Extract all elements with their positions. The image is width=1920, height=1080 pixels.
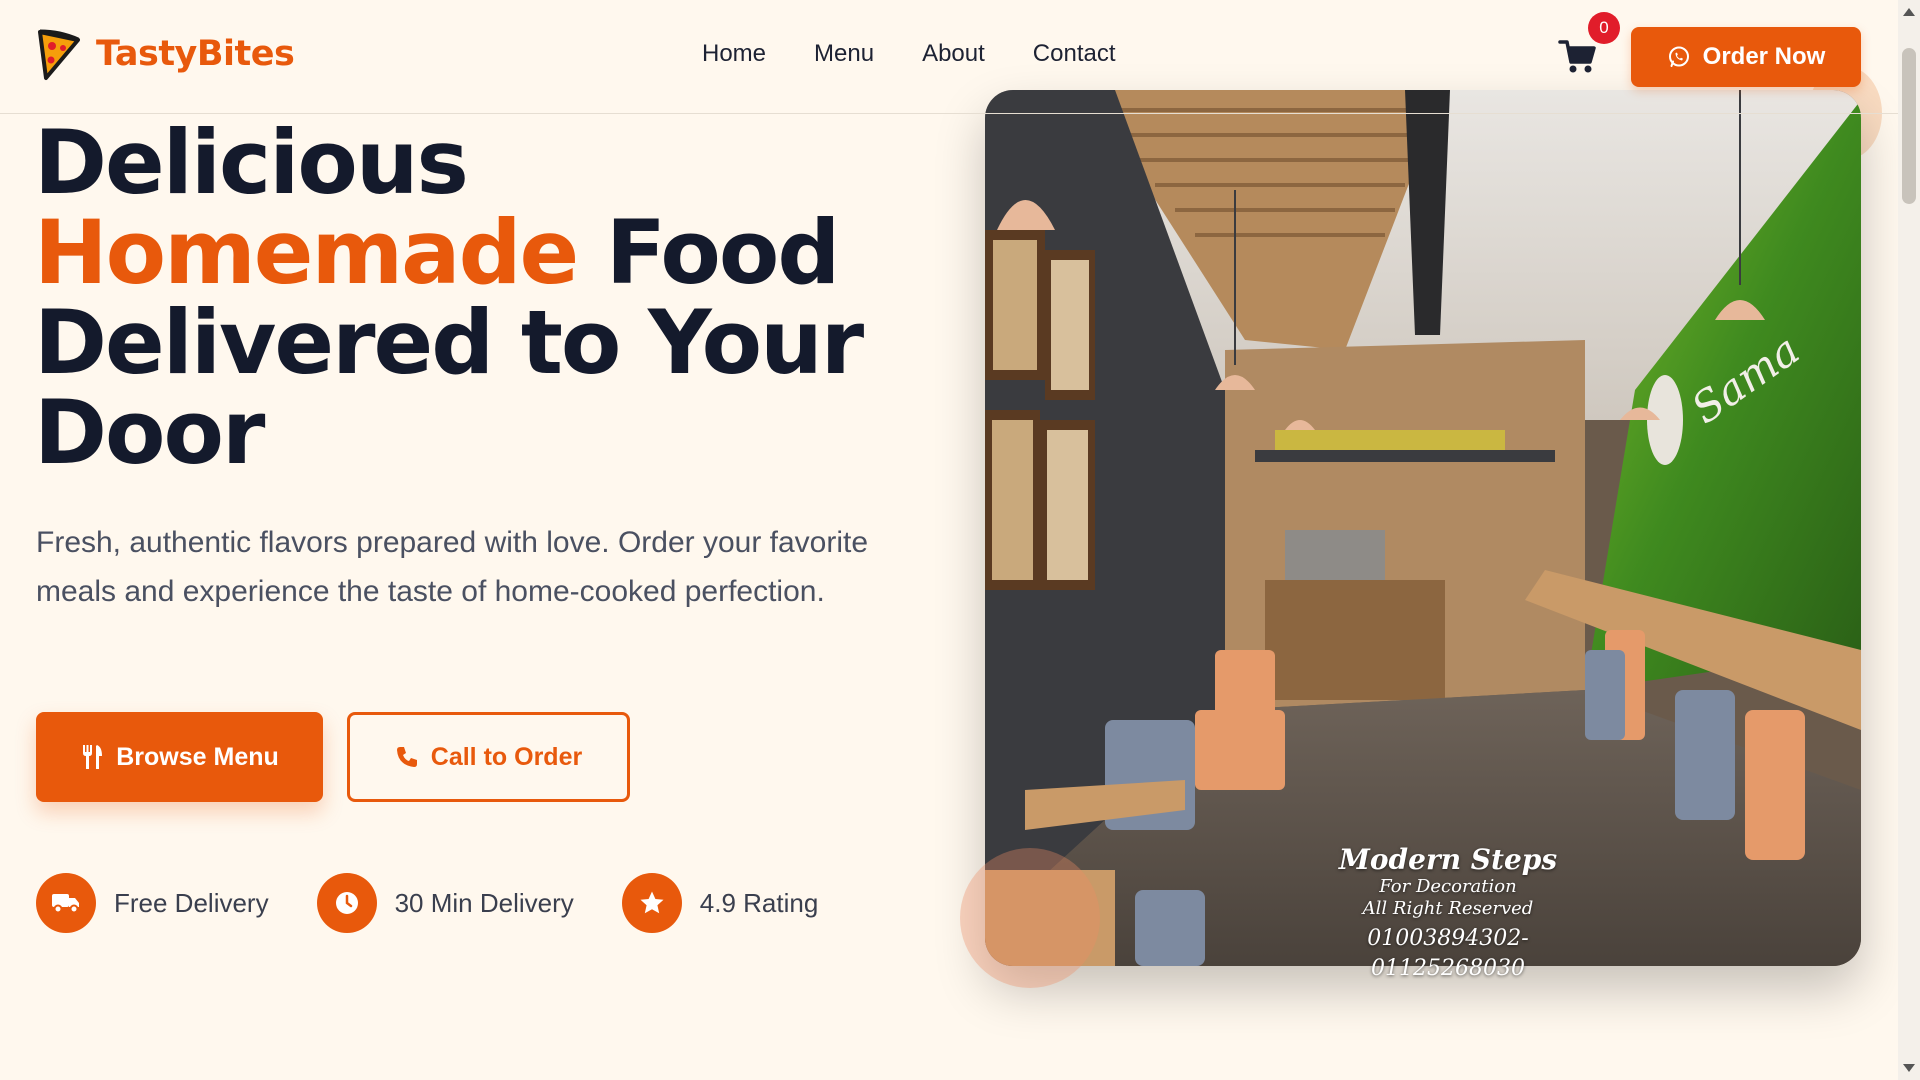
watermark-title: Modern Steps (1338, 843, 1558, 876)
truck-icon (36, 873, 96, 933)
call-to-order-button[interactable]: Call to Order (347, 712, 630, 802)
brand-name: TastyBites (96, 34, 295, 74)
watermark-line1: For Decoration (1379, 876, 1517, 897)
feature-label: Free Delivery (114, 887, 269, 918)
nav-link-contact[interactable]: Contact (1033, 40, 1116, 68)
hero-subtitle: Fresh, authentic flavors prepared with l… (36, 526, 869, 608)
whatsapp-icon (1668, 46, 1689, 67)
decorative-circle (960, 848, 1100, 988)
scrollbar-thumb[interactable] (1902, 48, 1916, 204)
vertical-scrollbar[interactable] (1898, 0, 1920, 1080)
restaurant-illustration: Sama (985, 90, 1861, 966)
feature-30-min-delivery: 30 Min Delivery (316, 873, 574, 933)
navbar: TastyBites Home Menu About Contact 0 Ord… (0, 0, 1898, 114)
phone-icon (396, 747, 417, 767)
nav-link-about[interactable]: About (922, 40, 985, 68)
shopping-cart-icon[interactable] (1558, 36, 1598, 76)
hero-title-accent: Homemade (34, 201, 579, 304)
feature-list: Free Delivery 30 Min Delivery 4.9 Rating (36, 873, 818, 933)
scroll-up-arrow-icon[interactable] (1903, 8, 1915, 16)
watermark-line2: All Right Reserved (1362, 898, 1534, 919)
brand-logo[interactable]: TastyBites (36, 26, 295, 82)
main-nav: Home Menu About Contact (702, 40, 1116, 68)
hero-title-line4: Door (34, 381, 265, 484)
hero-title-line3: Delivered to Your (34, 291, 864, 394)
restaurant-interior-image: Sama (985, 90, 1861, 966)
utensils-icon (83, 745, 103, 769)
browse-menu-label: Browse Menu (116, 742, 279, 771)
watermark-phone: 01003894302-01125268030 (1367, 926, 1529, 981)
order-now-label: Order Now (1702, 43, 1826, 70)
hero-title: Delicious Homemade Food Delivered to You… (34, 118, 934, 478)
feature-label: 30 Min Delivery (394, 887, 574, 918)
browse-menu-button[interactable]: Browse Menu (36, 712, 323, 802)
nav-link-menu[interactable]: Menu (814, 40, 874, 68)
clock-icon (316, 873, 377, 933)
hero-title-line1: Delicious (34, 111, 469, 214)
order-now-button[interactable]: Order Now (1631, 27, 1861, 87)
nav-link-home[interactable]: Home (702, 40, 766, 68)
pizza-slice-icon (38, 29, 80, 80)
cart-count-badge: 0 (1588, 12, 1620, 44)
feature-free-delivery: Free Delivery (36, 873, 269, 933)
hero-title-food: Food (577, 201, 840, 304)
star-icon (621, 873, 682, 933)
feature-label: 4.9 Rating (699, 887, 819, 918)
feature-rating: 4.9 Rating (621, 873, 819, 933)
call-to-order-label: Call to Order (430, 742, 583, 771)
image-watermark: Modern Steps For Decoration All Right Re… (1298, 844, 1598, 984)
scroll-down-arrow-icon[interactable] (1903, 1064, 1915, 1072)
